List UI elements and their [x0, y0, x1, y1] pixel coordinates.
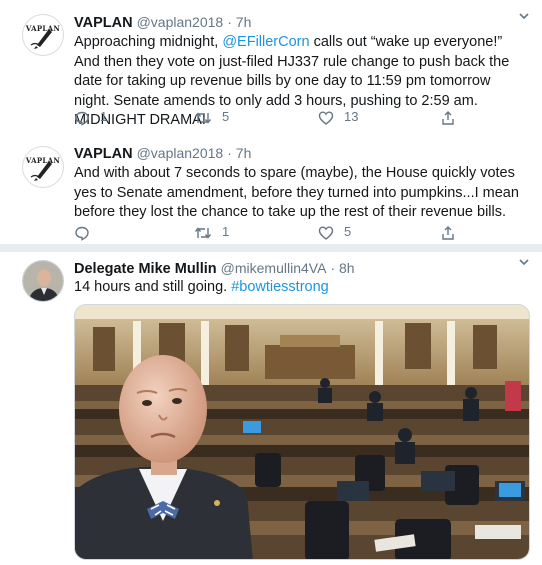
retweet-icon [194, 111, 212, 124]
author-name[interactable]: VAPLAN [74, 15, 133, 31]
share-icon [442, 225, 454, 240]
thread-separator [0, 244, 542, 252]
profile-photo-icon [23, 261, 63, 301]
avatar-logo-text: VAPLAN [25, 24, 61, 33]
hashtag-link[interactable]: #bowtiesstrong [231, 279, 329, 295]
tweet-photo[interactable] [74, 304, 530, 560]
mike-mullin-avatar[interactable] [22, 260, 64, 302]
reply-button[interactable]: 1 [74, 107, 107, 127]
share-button[interactable] [440, 222, 456, 242]
tweet-time[interactable]: · 8h [330, 260, 354, 276]
pen-nib-logo-icon [30, 161, 52, 181]
tweet-time[interactable]: · 7h [227, 14, 251, 30]
retweet-icon [194, 226, 212, 239]
retweet-count: 5 [222, 109, 230, 124]
tweet-text: 14 hours and still going. #bowtiesstrong [74, 278, 526, 298]
tweet-text-part: 14 hours and still going. [74, 279, 232, 295]
tweet-text: And with about 7 seconds to spare (maybe… [74, 165, 519, 220]
heart-icon [318, 111, 334, 125]
retweet-count: 1 [222, 224, 230, 239]
reply-icon [75, 226, 89, 241]
reply-button[interactable] [74, 222, 100, 242]
tweet-text-part: Approaching midnight, [74, 34, 223, 50]
author-name[interactable]: VAPLAN [74, 146, 133, 162]
tweet-actions: 1 5 13 [74, 107, 514, 127]
tweet-2[interactable]: VAPLAN VAPLAN @vaplan2018 · 7h And with … [0, 136, 542, 244]
chevron-down-icon[interactable] [518, 10, 530, 25]
vaplan-avatar[interactable]: VAPLAN [22, 146, 64, 188]
vaplan-avatar[interactable]: VAPLAN [22, 14, 64, 56]
author-handle[interactable]: @mikemullin4VA [221, 260, 327, 276]
tweet-actions: 1 5 [74, 222, 514, 242]
tweet-time[interactable]: · 7h [227, 145, 251, 161]
house-chamber-selfie-image [75, 305, 529, 559]
like-count: 5 [344, 224, 352, 239]
reply-count: 1 [100, 109, 108, 124]
avatar-logo-text: VAPLAN [25, 156, 61, 165]
like-button[interactable]: 13 [318, 107, 358, 127]
reply-icon [75, 111, 89, 126]
author-handle[interactable]: @vaplan2018 [137, 145, 224, 161]
mention-link[interactable]: @EFillerCorn [222, 34, 309, 50]
share-icon [442, 110, 454, 125]
retweet-button[interactable]: 5 [194, 107, 229, 127]
author-handle[interactable]: @vaplan2018 [137, 14, 224, 30]
tweet-header: VAPLAN @vaplan2018 · 7h [74, 143, 251, 163]
chevron-down-icon[interactable] [518, 256, 530, 271]
tweet-header: VAPLAN @vaplan2018 · 7h [74, 12, 251, 32]
like-count: 13 [344, 109, 359, 124]
author-name[interactable]: Delegate Mike Mullin [74, 261, 217, 277]
retweet-button[interactable]: 1 [194, 222, 229, 242]
like-button[interactable]: 5 [318, 222, 351, 242]
heart-icon [318, 226, 334, 240]
pen-nib-logo-icon [30, 29, 52, 49]
tweet-header: Delegate Mike Mullin @mikemullin4VA · 8h [74, 258, 355, 278]
share-button[interactable] [440, 107, 456, 127]
tweet-1[interactable]: VAPLAN VAPLAN @vaplan2018 · 7h Approachi… [0, 0, 542, 136]
